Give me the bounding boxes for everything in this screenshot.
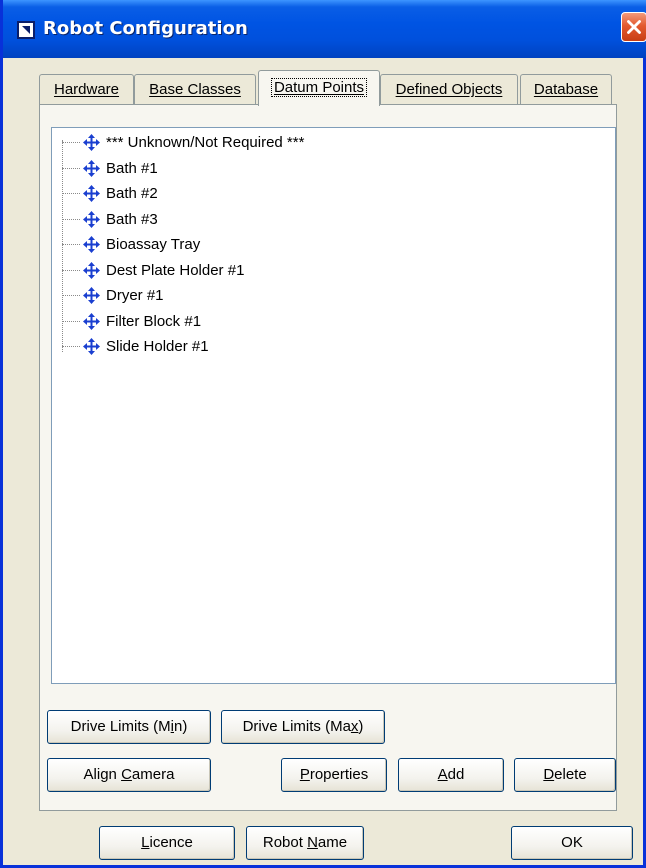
button-label: Drive Limits (Ma bbox=[242, 718, 351, 735]
tree-connector bbox=[62, 142, 80, 143]
tree-item-label: Bioassay Tray bbox=[106, 236, 201, 253]
button-label: n) bbox=[174, 718, 188, 735]
drive-limits-min-button[interactable]: Drive Limits (Min) bbox=[47, 710, 211, 744]
tree-item-label: Bath #1 bbox=[106, 159, 158, 177]
tree-connector bbox=[62, 244, 80, 245]
button-label: dd bbox=[447, 766, 465, 783]
tab-label: Database bbox=[533, 81, 599, 98]
button-label: amera bbox=[131, 766, 175, 783]
move-arrows-icon bbox=[83, 236, 100, 253]
align-camera-button[interactable]: Align Camera bbox=[47, 758, 211, 792]
close-icon bbox=[627, 20, 641, 34]
datum-points-tree[interactable]: *** Unknown/Not Required *** Bath #1 Bath … bbox=[51, 127, 616, 684]
button-label: ame bbox=[317, 834, 348, 851]
button-label: Align bbox=[83, 766, 122, 783]
accel-key: A bbox=[437, 766, 448, 783]
tree-item-label: Filter Block #1 bbox=[106, 312, 202, 330]
tree-connector bbox=[62, 167, 80, 169]
tab-label: Datum Points bbox=[270, 78, 368, 97]
accel-key: C bbox=[121, 766, 132, 783]
move-arrows-icon bbox=[83, 261, 100, 279]
tab-label: Defined Objects bbox=[395, 81, 503, 98]
button-label: ) bbox=[358, 718, 364, 735]
tree-item-label: Dest Plate Holder #1 bbox=[106, 261, 245, 279]
tree-connector bbox=[62, 193, 80, 194]
tab-hardware[interactable]: Hardware bbox=[39, 74, 134, 104]
window-title: Robot Configuration bbox=[43, 18, 248, 39]
ok-button[interactable]: OK bbox=[511, 826, 633, 860]
tab-database[interactable]: Database bbox=[520, 74, 612, 104]
button-label: elete bbox=[554, 766, 587, 783]
delete-button[interactable]: Delete bbox=[514, 758, 616, 792]
tree-connector bbox=[62, 295, 80, 296]
tree-connector bbox=[62, 346, 80, 347]
tree-connector bbox=[62, 218, 80, 220]
tree-item-label: Bath #3 bbox=[106, 210, 158, 228]
button-label: icence bbox=[149, 834, 193, 851]
tree-connector bbox=[62, 269, 80, 271]
accel-key: D bbox=[543, 766, 555, 783]
robot-name-button[interactable]: Robot Name bbox=[246, 826, 364, 860]
robot-app-icon bbox=[17, 21, 35, 39]
move-arrows-icon bbox=[83, 338, 100, 355]
tab-label: Base Classes bbox=[149, 81, 241, 98]
robot-configuration-window: Robot Configuration Hardware Base Classe… bbox=[0, 0, 646, 868]
button-label: OK bbox=[561, 834, 583, 851]
tree-item-label: Dryer #1 bbox=[106, 287, 164, 304]
licence-button[interactable]: Licence bbox=[99, 826, 235, 860]
move-arrows-icon bbox=[83, 287, 100, 304]
move-arrows-icon bbox=[83, 134, 100, 151]
properties-button[interactable]: Properties bbox=[281, 758, 387, 792]
button-label: Drive Limits (M bbox=[70, 718, 171, 735]
accel-key: N bbox=[307, 834, 318, 851]
button-label: roperties bbox=[309, 766, 369, 783]
tab-base-classes[interactable]: Base Classes bbox=[134, 74, 256, 104]
add-button[interactable]: Add bbox=[398, 758, 504, 792]
accel-key: P bbox=[299, 766, 310, 783]
tab-datum-points[interactable]: Datum Points bbox=[258, 70, 380, 106]
tab-defined-objects[interactable]: Defined Objects bbox=[380, 74, 518, 104]
tree-item-label: Bath #2 bbox=[106, 185, 158, 202]
tree-item-label: *** Unknown/Not Required *** bbox=[106, 134, 305, 151]
tree-connector bbox=[62, 320, 80, 322]
title-bar[interactable]: Robot Configuration bbox=[3, 0, 646, 58]
move-arrows-icon bbox=[83, 159, 100, 177]
move-arrows-icon bbox=[83, 312, 100, 330]
drive-limits-max-button[interactable]: Drive Limits (Max) bbox=[221, 710, 385, 744]
move-arrows-icon bbox=[83, 210, 100, 228]
tab-label: Hardware bbox=[53, 81, 120, 98]
button-label: Robot bbox=[262, 834, 308, 851]
tree-item-label: Slide Holder #1 bbox=[106, 338, 209, 355]
move-arrows-icon bbox=[83, 185, 100, 202]
close-button[interactable] bbox=[621, 12, 646, 42]
